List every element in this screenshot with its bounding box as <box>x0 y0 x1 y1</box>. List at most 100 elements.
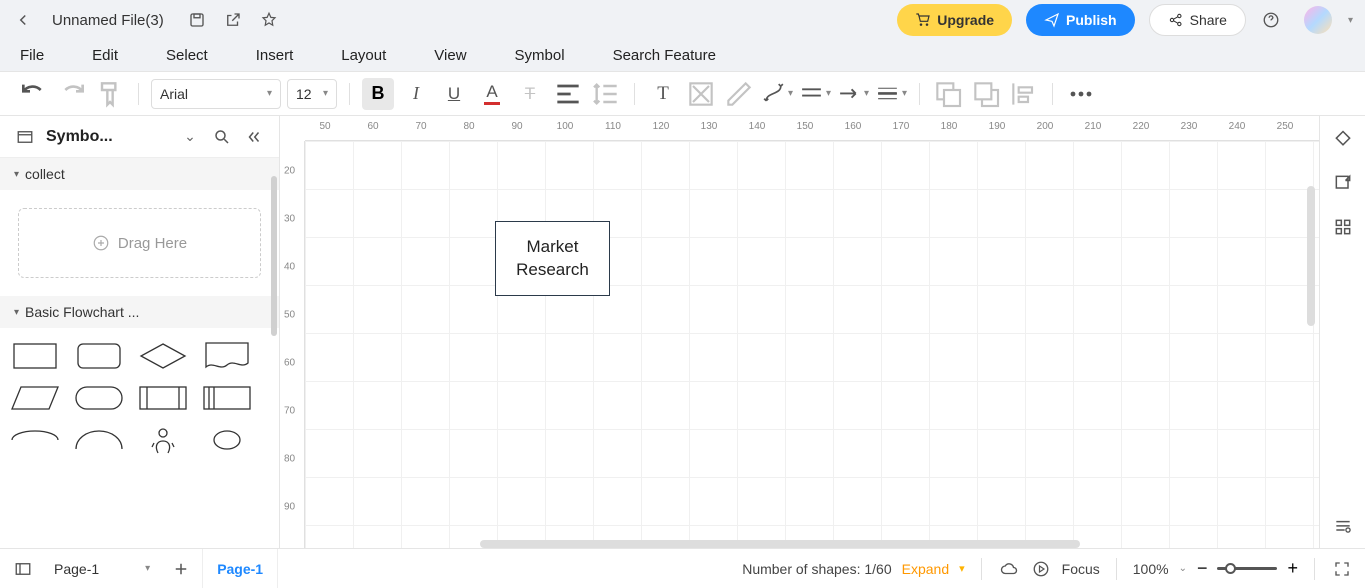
avatar-chevron-icon[interactable]: ▾ <box>1348 15 1353 26</box>
menu-bar: File Edit Select Insert Layout View Symb… <box>0 40 1365 72</box>
help-icon[interactable] <box>1260 9 1282 31</box>
share-label: Share <box>1190 12 1227 28</box>
add-page-icon[interactable] <box>170 558 192 580</box>
menu-edit[interactable]: Edit <box>92 47 118 64</box>
presentation-icon[interactable] <box>1030 558 1052 580</box>
collapse-panel-icon[interactable] <box>243 126 265 148</box>
shape-delay[interactable] <box>70 422 128 458</box>
shape-parallelogram[interactable] <box>6 380 64 416</box>
drag-here-label: Drag Here <box>118 235 187 252</box>
arrow-style-icon[interactable]: ▾ <box>837 78 869 110</box>
page-tab[interactable]: Page-1 <box>202 549 278 588</box>
layers-settings-icon[interactable] <box>1332 514 1354 536</box>
expand-chevron-icon[interactable]: ▾ <box>959 562 965 575</box>
shape-rectangle[interactable] <box>6 338 64 374</box>
zoom-in-icon[interactable]: + <box>1287 558 1298 579</box>
focus-label[interactable]: Focus <box>1062 561 1100 577</box>
line-weight-icon[interactable]: ▾ <box>875 78 907 110</box>
search-icon[interactable] <box>211 126 233 148</box>
shape-stored-data[interactable] <box>198 380 256 416</box>
share-button[interactable]: Share <box>1149 4 1246 36</box>
avatar[interactable] <box>1304 6 1332 34</box>
front-layer-icon[interactable] <box>932 78 964 110</box>
upgrade-button[interactable]: Upgrade <box>897 4 1012 36</box>
align-icon[interactable] <box>552 78 584 110</box>
outline-view-icon[interactable] <box>12 558 34 580</box>
canvas-grid[interactable]: Market Research <box>305 141 1319 548</box>
bold-icon[interactable]: B <box>362 78 394 110</box>
back-icon[interactable] <box>12 9 34 31</box>
menu-insert[interactable]: Insert <box>256 47 294 64</box>
status-bar: Page-1▾ Page-1 Number of shapes: 1/60 Ex… <box>0 548 1365 588</box>
menu-layout[interactable]: Layout <box>341 47 386 64</box>
undo-icon[interactable] <box>18 78 50 110</box>
drag-here-zone[interactable]: Drag Here <box>18 208 261 278</box>
section-basic-flowchart[interactable]: Basic Flowchart ... <box>0 296 279 328</box>
page-selector-label: Page-1 <box>54 561 99 577</box>
text-tool-icon[interactable]: T <box>647 78 679 110</box>
font-size-select[interactable]: 12▾ <box>287 79 337 109</box>
canvas-area[interactable]: 5060708090100110120130140150160170180190… <box>280 116 1319 548</box>
back-layer-icon[interactable] <box>970 78 1002 110</box>
line-spacing-icon[interactable] <box>590 78 622 110</box>
menu-file[interactable]: File <box>20 47 44 64</box>
font-size-value: 12 <box>296 86 312 102</box>
expand-link[interactable]: Expand <box>902 561 949 577</box>
format-toolbar: Arial▾ 12▾ B I U A T T ▾ ▾ ▾ ▾ <box>0 72 1365 116</box>
ruler-horizontal: 5060708090100110120130140150160170180190… <box>305 116 1319 141</box>
menu-select[interactable]: Select <box>166 47 208 64</box>
format-painter-icon[interactable] <box>94 78 126 110</box>
zoom-slider[interactable] <box>1217 567 1277 570</box>
section-collect[interactable]: collect <box>0 158 279 190</box>
shape-diamond[interactable] <box>134 338 192 374</box>
shape-document[interactable] <box>198 338 256 374</box>
symbols-panel: Symbo... ⌄ collect Drag Here Basic Flowc… <box>0 116 280 548</box>
italic-icon[interactable]: I <box>400 78 432 110</box>
font-select[interactable]: Arial▾ <box>151 79 281 109</box>
underline-icon[interactable]: U <box>438 78 470 110</box>
fill-icon[interactable] <box>685 78 717 110</box>
publish-button[interactable]: Publish <box>1026 4 1135 36</box>
align-objects-icon[interactable] <box>1008 78 1040 110</box>
shape-manual-input[interactable] <box>134 422 192 458</box>
shape-display[interactable] <box>6 422 64 458</box>
library-icon[interactable] <box>14 126 36 148</box>
panel-scrollbar[interactable] <box>271 176 277 336</box>
strikethrough-icon[interactable]: T <box>514 78 546 110</box>
panel-chevron-icon[interactable]: ⌄ <box>179 126 201 148</box>
ruler-vertical: 2030405060708090 <box>280 141 305 548</box>
apps-grid-icon[interactable] <box>1332 216 1354 238</box>
star-icon[interactable] <box>258 9 280 31</box>
shapes-grid <box>0 328 279 468</box>
canvas-scrollbar-horizontal[interactable] <box>480 540 1080 548</box>
text-color-icon[interactable]: A <box>476 78 508 110</box>
redo-icon[interactable] <box>56 78 88 110</box>
title-bar: Unnamed File(3) Upgrade Publish Share ▾ <box>0 0 1365 40</box>
menu-search-feature[interactable]: Search Feature <box>613 47 716 64</box>
workspace: Symbo... ⌄ collect Drag Here Basic Flowc… <box>0 116 1365 548</box>
save-icon[interactable] <box>186 9 208 31</box>
shape-predefined[interactable] <box>134 380 192 416</box>
cloud-icon[interactable] <box>998 558 1020 580</box>
theme-icon[interactable] <box>1332 128 1354 150</box>
open-external-icon[interactable] <box>222 9 244 31</box>
line-style-icon[interactable]: ▾ <box>799 78 831 110</box>
upgrade-label: Upgrade <box>937 12 994 28</box>
canvas-scrollbar-vertical[interactable] <box>1307 186 1315 326</box>
connector-icon[interactable]: ▾ <box>761 78 793 110</box>
file-title[interactable]: Unnamed File(3) <box>52 12 164 29</box>
shape-connector[interactable] <box>198 422 256 458</box>
page-selector[interactable]: Page-1▾ <box>44 557 160 581</box>
export-shape-icon[interactable] <box>1332 172 1354 194</box>
shape-terminator[interactable] <box>70 380 128 416</box>
line-color-icon[interactable] <box>723 78 755 110</box>
more-icon[interactable] <box>1065 78 1097 110</box>
zoom-value[interactable]: 100% <box>1133 561 1169 577</box>
fullscreen-icon[interactable] <box>1331 558 1353 580</box>
shape-rounded-rect[interactable] <box>70 338 128 374</box>
menu-symbol[interactable]: Symbol <box>515 47 565 64</box>
canvas-shape-market-research[interactable]: Market Research <box>495 221 610 296</box>
zoom-out-icon[interactable]: − <box>1197 558 1208 579</box>
menu-view[interactable]: View <box>434 47 466 64</box>
shapes-count-label: Number of shapes: 1/60 <box>742 561 891 577</box>
